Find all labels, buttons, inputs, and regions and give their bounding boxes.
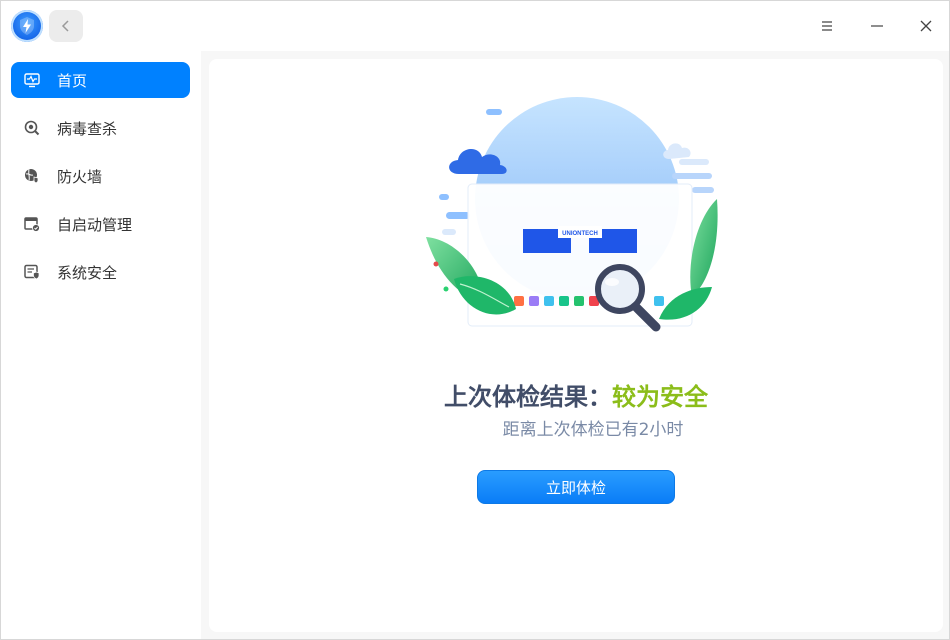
titlebar	[1, 1, 949, 51]
check-result-prefix: 上次体检结果：	[444, 383, 612, 411]
monitor-pulse-icon	[23, 71, 41, 89]
security-check-illustration: UNIONTECH	[426, 97, 718, 332]
minimize-button[interactable]	[862, 11, 892, 41]
sidebar-item-virus-scan[interactable]: 病毒查杀	[11, 110, 190, 146]
sidebar-item-system-security[interactable]: 系统安全	[11, 254, 190, 290]
check-result-heading: 上次体检结果：较为安全	[209, 377, 943, 412]
back-button[interactable]	[49, 10, 83, 42]
last-check-time: 距离上次体检已有2小时	[502, 420, 684, 440]
firewall-globe-icon	[23, 167, 41, 185]
close-button[interactable]	[911, 11, 941, 41]
app-window: 首页 病毒查杀 防火墙 自启动管理 系统安全 UNIONTECH 上次体检结果：…	[0, 0, 950, 640]
sidebar-item-home[interactable]: 首页	[11, 62, 190, 98]
sidebar-item-firewall[interactable]: 防火墙	[11, 158, 190, 194]
virus-scan-icon	[23, 119, 41, 137]
menu-button[interactable]	[812, 11, 842, 41]
check-now-button[interactable]: 立即体检	[477, 470, 675, 504]
system-security-icon	[23, 263, 41, 281]
sidebar-item-label: 系统安全	[57, 263, 118, 282]
illustration-brand-text: UNIONTECH	[562, 231, 598, 237]
sidebar-item-label: 病毒查杀	[57, 119, 118, 138]
sidebar-item-label: 自启动管理	[57, 215, 133, 234]
sidebar-item-label: 首页	[57, 71, 88, 90]
hamburger-menu-icon	[822, 21, 832, 31]
check-result-status: 较为安全	[612, 383, 708, 411]
main-panel: UNIONTECH 上次体检结果：较为安全 距离上次体检已有2小时 立即体检	[209, 59, 943, 632]
sidebar-item-startup[interactable]: 自启动管理	[11, 206, 190, 242]
close-icon	[920, 20, 932, 32]
defender-lightning-icon	[11, 10, 43, 42]
sidebar-item-label: 防火墙	[57, 167, 103, 186]
startup-window-icon	[23, 215, 41, 233]
chevron-left-icon	[61, 20, 69, 32]
sidebar: 首页 病毒查杀 防火墙 自启动管理 系统安全	[1, 51, 201, 639]
minimize-icon	[871, 25, 883, 27]
